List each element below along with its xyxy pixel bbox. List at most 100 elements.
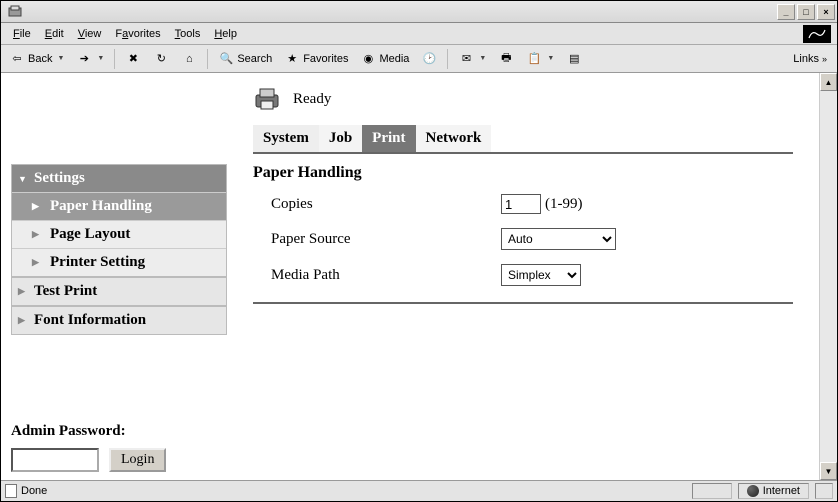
- dropdown-icon: ▼: [547, 55, 554, 62]
- settings-sidebar: ▼ Settings ▶ Paper Handling ▶ Page Layou…: [11, 164, 227, 472]
- discuss-button[interactable]: ▤: [562, 49, 586, 69]
- media-button[interactable]: ◉ Media: [356, 49, 413, 69]
- brand-logo: [803, 25, 831, 43]
- status-cell-trailing: [815, 483, 833, 499]
- sidebar-label: Font Information: [34, 312, 146, 329]
- menu-file[interactable]: File: [7, 26, 37, 42]
- discuss-icon: ▤: [566, 51, 582, 67]
- dropdown-icon: ▼: [479, 55, 486, 62]
- search-label: Search: [237, 53, 272, 65]
- sidebar-item-page-layout[interactable]: ▶ Page Layout: [12, 220, 226, 248]
- media-label: Media: [379, 53, 409, 65]
- security-zone: Internet: [738, 483, 809, 499]
- vertical-scrollbar[interactable]: ▲ ▼: [819, 73, 837, 480]
- menu-favorites[interactable]: Favorites: [109, 26, 166, 42]
- links-label: Links: [793, 53, 819, 65]
- sidebar-label: Printer Setting: [50, 254, 145, 271]
- dropdown-icon: ▼: [97, 55, 104, 62]
- back-button[interactable]: ⇦ Back ▼: [5, 49, 68, 69]
- search-icon: 🔍: [218, 51, 234, 67]
- field-media-path: Media Path Simplex: [253, 264, 803, 286]
- chevron-right-icon: ▶: [32, 229, 42, 240]
- chevron-right-icon: »: [822, 54, 827, 64]
- login-button[interactable]: Login: [109, 448, 166, 472]
- menu-help[interactable]: Help: [208, 26, 243, 42]
- links-button[interactable]: Links »: [787, 51, 833, 67]
- admin-login-block: Admin Password: Login: [11, 423, 227, 472]
- dropdown-icon: ▼: [57, 55, 64, 62]
- edit-page-button[interactable]: 📋▼: [522, 49, 558, 69]
- toolbar-separator: [447, 49, 448, 69]
- sidebar-label: Paper Handling: [50, 198, 152, 215]
- close-button[interactable]: ×: [817, 4, 835, 20]
- field-copies: Copies (1-99): [253, 194, 803, 214]
- paper-source-label: Paper Source: [253, 231, 501, 248]
- panel-title: Paper Handling: [253, 164, 803, 182]
- field-paper-source: Paper Source Auto: [253, 228, 803, 250]
- scroll-up-button[interactable]: ▲: [820, 73, 837, 91]
- sidebar-label: Test Print: [34, 283, 97, 300]
- search-button[interactable]: 🔍 Search: [214, 49, 276, 69]
- home-button[interactable]: ⌂: [177, 49, 201, 69]
- tab-print[interactable]: Print: [362, 125, 415, 152]
- printer-icon: [253, 87, 281, 111]
- window-titlebar: _ □ ×: [1, 1, 837, 23]
- sidebar-label: Page Layout: [50, 226, 130, 243]
- favorites-star-icon: ★: [284, 51, 300, 67]
- status-bar: Done Internet: [1, 481, 837, 501]
- edit-icon: 📋: [526, 51, 542, 67]
- tab-system[interactable]: System: [253, 125, 319, 152]
- scroll-track[interactable]: [820, 91, 837, 462]
- main-tabs: System Job Print Network: [253, 125, 793, 154]
- sidebar-group-font-information[interactable]: ▶ Font Information: [12, 307, 226, 334]
- scroll-down-button[interactable]: ▼: [820, 462, 837, 480]
- menu-edit[interactable]: Edit: [39, 26, 70, 42]
- paper-source-select[interactable]: Auto: [501, 228, 616, 250]
- back-label: Back: [28, 53, 52, 65]
- chevron-down-icon: ▼: [18, 174, 28, 184]
- toolbar: ⇦ Back ▼ ➔ ▼ ✖ ↻ ⌂ 🔍 Search ★ Favorites …: [1, 45, 837, 73]
- status-done-text: Done: [21, 485, 47, 497]
- menu-tools[interactable]: Tools: [169, 26, 207, 42]
- status-text: Ready: [293, 91, 331, 108]
- favorites-label: Favorites: [303, 53, 348, 65]
- copies-input[interactable]: [501, 194, 541, 214]
- stop-button[interactable]: ✖: [121, 49, 145, 69]
- refresh-button[interactable]: ↻: [149, 49, 173, 69]
- history-button[interactable]: 🕑: [417, 49, 441, 69]
- home-icon: ⌂: [181, 51, 197, 67]
- content-viewport: Ready System Job Print Network ▼ Setting…: [1, 73, 837, 481]
- menu-view[interactable]: View: [72, 26, 108, 42]
- stop-icon: ✖: [125, 51, 141, 67]
- toolbar-separator: [114, 49, 115, 69]
- back-arrow-icon: ⇦: [9, 51, 25, 67]
- favorites-button[interactable]: ★ Favorites: [280, 49, 352, 69]
- refresh-icon: ↻: [153, 51, 169, 67]
- document-icon: [5, 484, 17, 498]
- chevron-right-icon: ▶: [18, 286, 28, 297]
- tab-job[interactable]: Job: [319, 125, 362, 152]
- sidebar-item-paper-handling[interactable]: ▶ Paper Handling: [12, 192, 226, 220]
- media-icon: ◉: [360, 51, 376, 67]
- forward-button[interactable]: ➔ ▼: [72, 49, 108, 69]
- app-icon: [7, 4, 23, 20]
- sidebar-item-printer-setting[interactable]: ▶ Printer Setting: [12, 248, 226, 276]
- print-toolbar-button[interactable]: 🖶: [494, 49, 518, 69]
- minimize-button[interactable]: _: [777, 4, 795, 20]
- mail-button[interactable]: ✉▼: [454, 49, 490, 69]
- panel-divider: [253, 302, 793, 304]
- chevron-right-icon: ▶: [32, 201, 42, 212]
- sidebar-group-test-print[interactable]: ▶ Test Print: [12, 278, 226, 305]
- admin-password-input[interactable]: [11, 448, 99, 472]
- copies-range-hint: (1-99): [545, 196, 583, 213]
- maximize-button[interactable]: □: [797, 4, 815, 20]
- chevron-right-icon: ▶: [32, 257, 42, 268]
- media-path-label: Media Path: [253, 267, 501, 284]
- globe-icon: [747, 485, 759, 497]
- tab-network[interactable]: Network: [416, 125, 492, 152]
- status-cell-empty: [692, 483, 732, 499]
- history-icon: 🕑: [421, 51, 437, 67]
- sidebar-group-settings[interactable]: ▼ Settings: [12, 165, 226, 192]
- forward-arrow-icon: ➔: [76, 51, 92, 67]
- media-path-select[interactable]: Simplex: [501, 264, 581, 286]
